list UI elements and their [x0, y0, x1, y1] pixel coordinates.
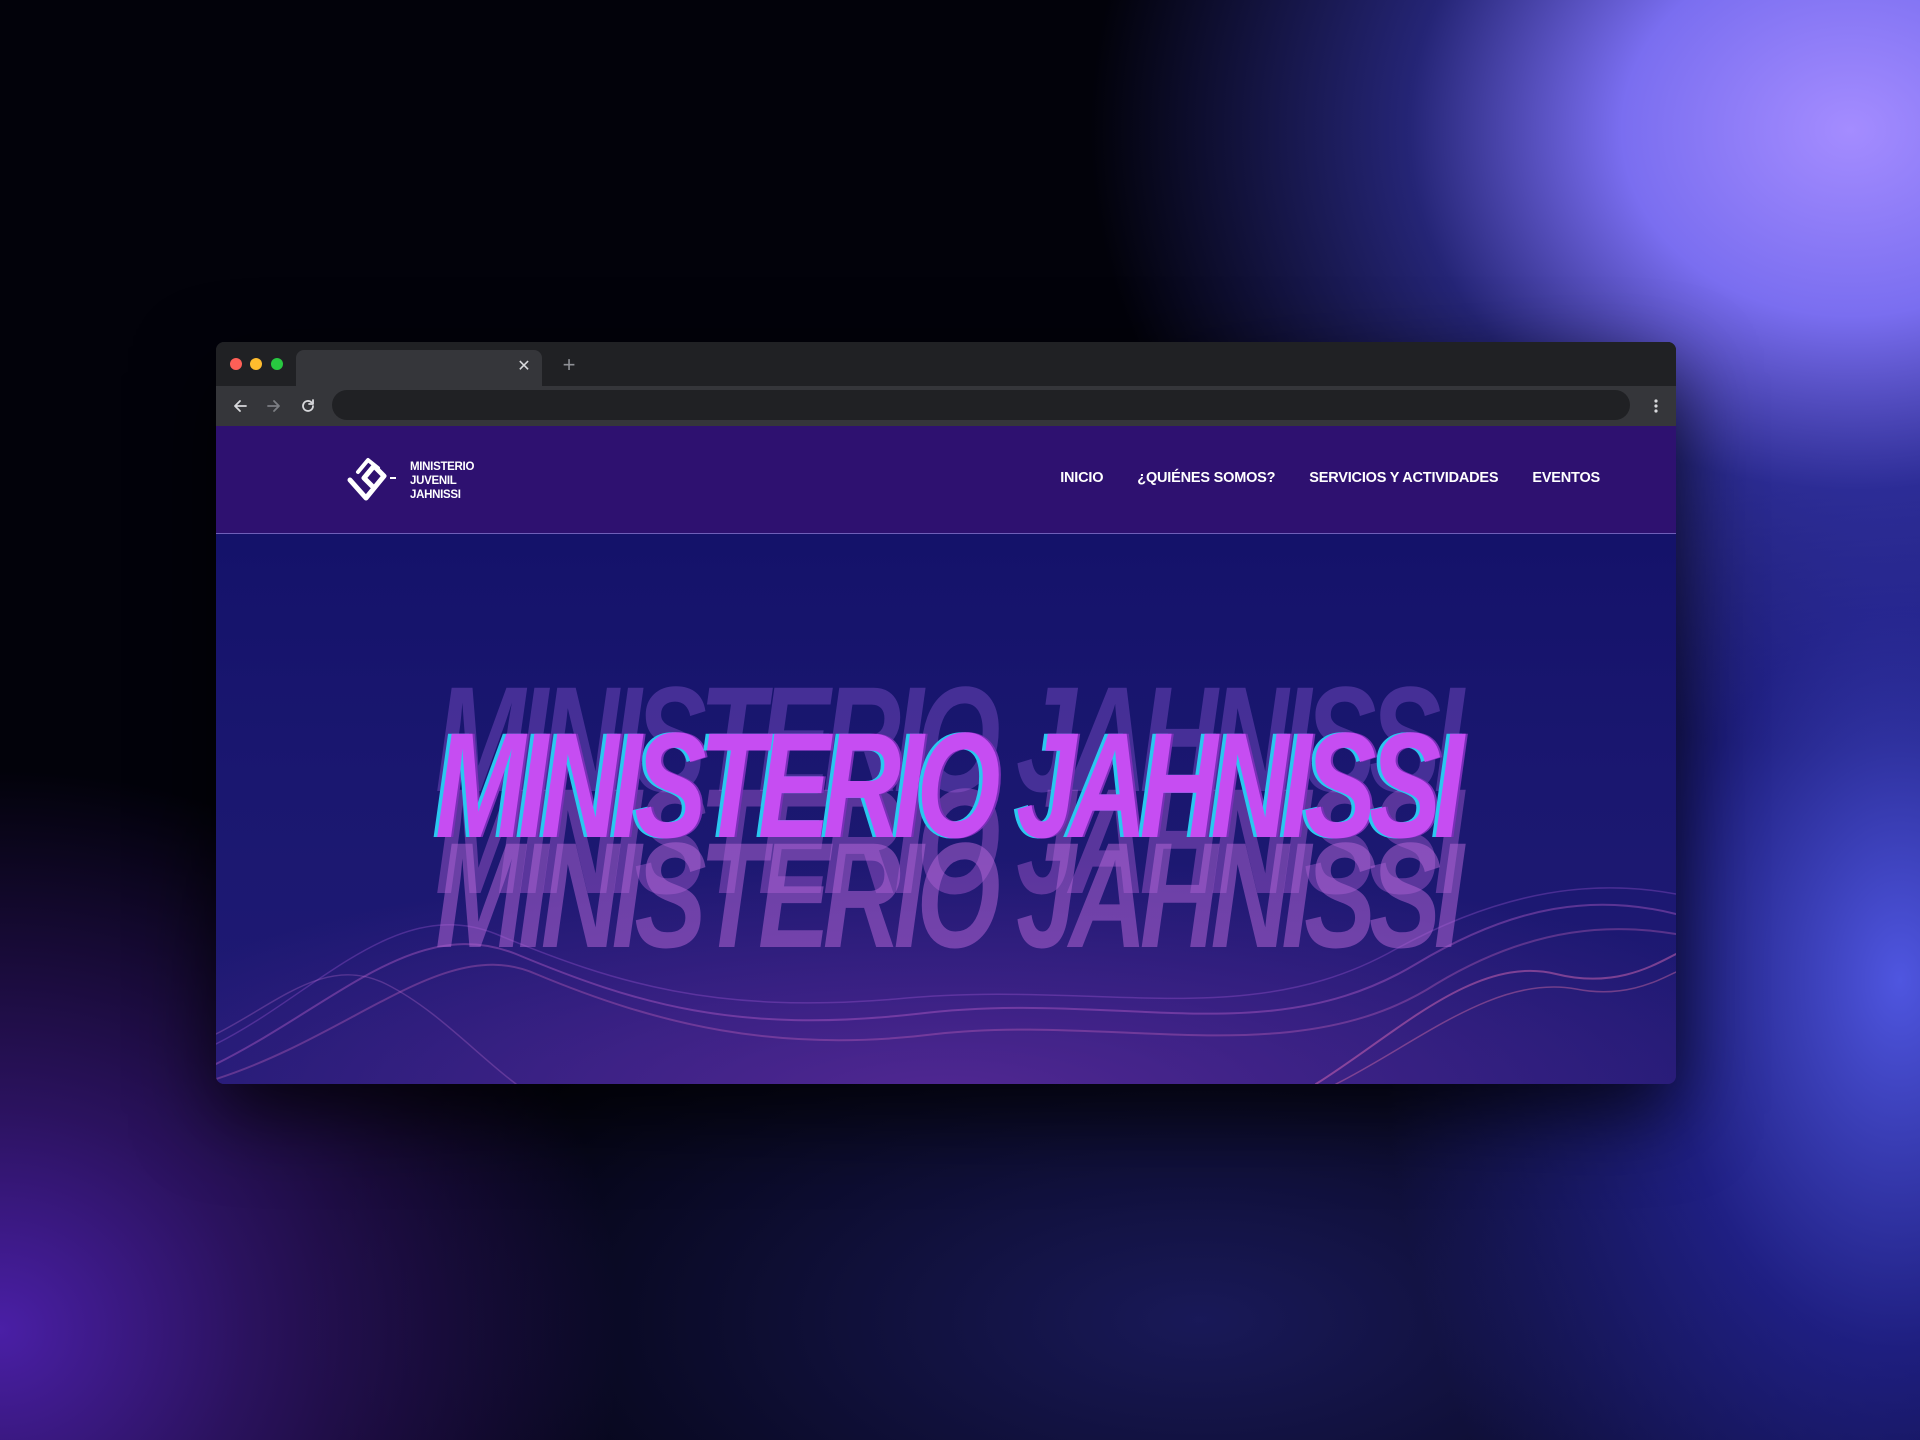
close-icon[interactable]: ✕ — [514, 356, 534, 378]
browser-menu-button[interactable] — [1642, 392, 1670, 420]
browser-tab[interactable]: ✕ — [296, 350, 542, 386]
nav-item-quienes-somos[interactable]: ¿QUIÉNES SOMOS? — [1137, 468, 1275, 488]
site-logo[interactable]: MINISTERIO JUVENIL JAHNISSI — [344, 454, 484, 504]
nav-item-inicio[interactable]: INICIO — [1060, 468, 1103, 488]
window-minimize-button[interactable] — [250, 358, 262, 370]
logo-line-3: JAHNISSI — [410, 489, 461, 501]
browser-toolbar — [216, 386, 1676, 426]
window-zoom-button[interactable] — [271, 358, 283, 370]
reload-icon — [302, 399, 314, 412]
browser-window: ✕ + MINISTERIO JUVENIL JAHNISSI INICIO ¿… — [216, 342, 1676, 1084]
logo-text: MINISTERIO JUVENIL JAHNISSI — [410, 460, 474, 502]
logo-mark-icon — [347, 458, 396, 501]
more-vertical-icon — [1654, 399, 1658, 413]
arrow-right-icon — [267, 400, 280, 412]
main-nav: INICIO ¿QUIÉNES SOMOS? SERVICIOS Y ACTIV… — [1060, 468, 1600, 488]
browser-titlebar: ✕ + — [216, 342, 1676, 386]
window-close-button[interactable] — [230, 358, 242, 370]
hero-section: MINISTERIO JAHNISSI MINISTERIO JAHNISSI … — [216, 534, 1676, 1084]
site-header: MINISTERIO JUVENIL JAHNISSI INICIO ¿QUIÉ… — [216, 426, 1676, 534]
forward-button[interactable] — [260, 392, 288, 420]
reload-button[interactable] — [294, 392, 322, 420]
page-viewport: MINISTERIO JUVENIL JAHNISSI INICIO ¿QUIÉ… — [216, 426, 1676, 1084]
nav-item-servicios-actividades[interactable]: SERVICIOS Y ACTIVIDADES — [1309, 468, 1498, 488]
back-button[interactable] — [226, 392, 254, 420]
address-bar[interactable] — [332, 390, 1630, 420]
hero-title: MINISTERIO JAHNISSI — [435, 701, 1464, 869]
nav-item-eventos[interactable]: EVENTOS — [1532, 468, 1600, 488]
plus-icon[interactable]: + — [556, 352, 582, 378]
logo-line-2: JUVENIL — [410, 475, 457, 487]
arrow-left-icon — [234, 400, 247, 412]
logo-line-1: MINISTERIO — [410, 461, 475, 473]
